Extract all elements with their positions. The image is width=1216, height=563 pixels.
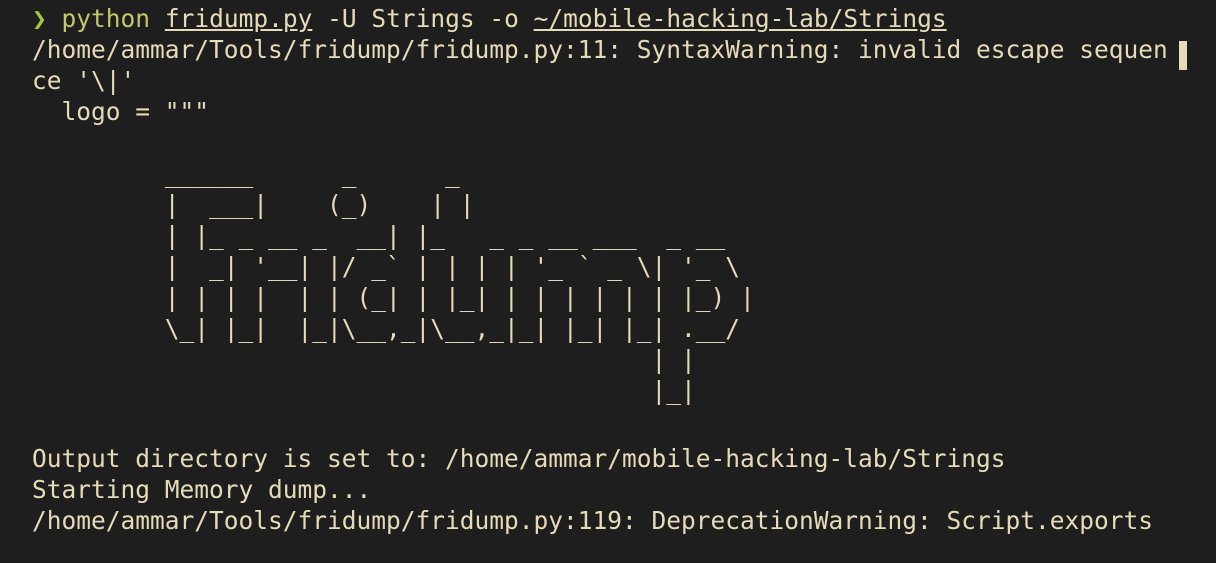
command-output-path: ~/mobile-hacking-lab/Strings (533, 4, 947, 33)
deprecation-warning-line: /home/ammar/Tools/fridump/fridump.py:119… (32, 506, 1154, 535)
command-args: -U Strings -o (312, 4, 534, 33)
text-cursor (1179, 41, 1187, 70)
syntax-warning-line-2: ce '\|' (32, 66, 136, 95)
prompt-arrow-icon: ❯ (32, 4, 47, 33)
command-program: python (61, 4, 151, 33)
output-directory-line: Output directory is set to: /home/ammar/… (32, 444, 1006, 473)
command-script: fridump.py (164, 4, 313, 33)
logo-assignment-line: logo = """ (32, 97, 210, 126)
command-line: ❯ python fridump.py -U Strings -o ~/mobi… (32, 3, 947, 34)
fridump-ascii-logo: ______ _ _ | ___| (_) | | | |_ _ __ _ __… (164, 159, 755, 405)
syntax-warning-line-1: /home/ammar/Tools/fridump/fridump.py:11:… (32, 35, 1168, 64)
starting-dump-line: Starting Memory dump... (32, 475, 372, 504)
terminal-window[interactable]: ❯ python fridump.py -U Strings -o ~/mobi… (0, 0, 1216, 563)
